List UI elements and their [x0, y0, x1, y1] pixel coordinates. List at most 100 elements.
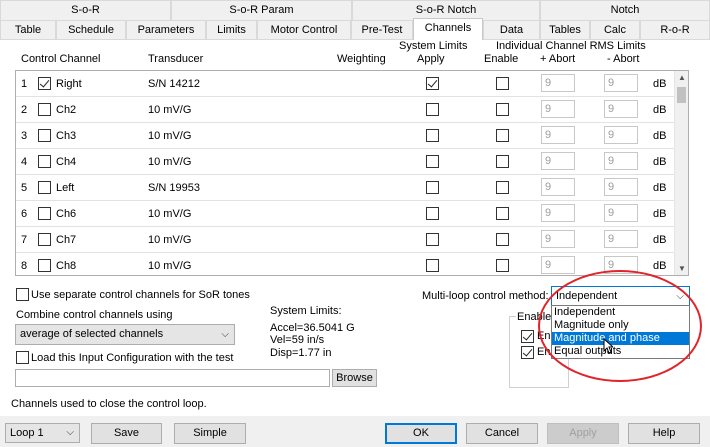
- transducer-value: S/N 14212: [148, 78, 200, 90]
- enable-rms-checkbox[interactable]: [496, 181, 509, 194]
- plus-abort-input[interactable]: 9: [541, 74, 575, 92]
- db-unit: dB: [653, 78, 667, 90]
- control-channel-checkbox[interactable]: [38, 207, 51, 220]
- multiloop-dropdown-list[interactable]: Independent Magnitude only Magnitude and…: [551, 305, 690, 359]
- minus-abort-input[interactable]: 9: [604, 230, 638, 248]
- tab-limits[interactable]: Limits: [206, 20, 257, 40]
- tab-data[interactable]: Data: [483, 20, 540, 40]
- header-individual-limits: Individual Channel RMS Limits: [496, 40, 646, 52]
- enable-rms-checkbox[interactable]: [496, 77, 509, 90]
- header-system-limits: System Limits: [399, 40, 468, 52]
- db-unit: dB: [653, 182, 667, 194]
- scroll-down-icon[interactable]: ▼: [678, 264, 686, 273]
- config-path-input[interactable]: [15, 369, 330, 387]
- tab-pre-test[interactable]: Pre-Test: [351, 20, 413, 40]
- apply-limits-checkbox[interactable]: [426, 207, 439, 220]
- db-unit: dB: [653, 130, 667, 142]
- apply-limits-checkbox[interactable]: [426, 103, 439, 116]
- minus-abort-input[interactable]: 9: [604, 256, 638, 274]
- browse-button[interactable]: Browse: [332, 369, 377, 387]
- plus-abort-input[interactable]: 9: [541, 178, 575, 196]
- minus-abort-input[interactable]: 9: [604, 178, 638, 196]
- apply-limits-checkbox[interactable]: [426, 181, 439, 194]
- apply-limits-checkbox[interactable]: [426, 155, 439, 168]
- tab-table[interactable]: Table: [0, 20, 56, 40]
- plus-abort-input[interactable]: 9: [541, 204, 575, 222]
- tab-tables[interactable]: Tables: [540, 20, 590, 40]
- apply-limits-checkbox[interactable]: [426, 259, 439, 272]
- multiloop-label: Multi-loop control method:: [422, 290, 549, 302]
- tab-motor-control[interactable]: Motor Control: [257, 20, 351, 40]
- tab-sor-notch[interactable]: S-o-R Notch: [352, 0, 540, 20]
- mouse-cursor-icon: [603, 337, 615, 357]
- minus-abort-input[interactable]: 9: [604, 126, 638, 144]
- option-magnitude-and-phase[interactable]: Magnitude and phase: [552, 332, 689, 345]
- plus-abort-input[interactable]: 9: [541, 100, 575, 118]
- plus-abort-input[interactable]: 9: [541, 230, 575, 248]
- multiloop-select[interactable]: Independent ⌵: [551, 286, 690, 307]
- option-independent[interactable]: Independent: [552, 306, 689, 319]
- control-channel-checkbox[interactable]: [38, 155, 51, 168]
- plus-abort-input[interactable]: 9: [541, 126, 575, 144]
- tab-ror[interactable]: R-o-R: [640, 20, 710, 40]
- minus-abort-input[interactable]: 9: [604, 204, 638, 222]
- tab-row-bottom: Table Schedule Parameters Limits Motor C…: [0, 18, 710, 40]
- system-limits-title: System Limits:: [270, 305, 342, 317]
- control-channel-checkbox[interactable]: [38, 103, 51, 116]
- enable-rms-checkbox[interactable]: [496, 129, 509, 142]
- scroll-up-icon[interactable]: ▲: [678, 73, 686, 82]
- enable-checkbox-1[interactable]: [521, 330, 534, 343]
- control-channel-checkbox[interactable]: [38, 77, 51, 90]
- cancel-button[interactable]: Cancel: [466, 423, 538, 444]
- control-channel-checkbox[interactable]: [38, 129, 51, 142]
- channel-number: 5: [21, 182, 28, 194]
- plus-abort-input[interactable]: 9: [541, 152, 575, 170]
- combine-label: Combine control channels using: [16, 309, 173, 321]
- tab-sor-param[interactable]: S-o-R Param: [171, 0, 352, 20]
- apply-limits-checkbox[interactable]: [426, 77, 439, 90]
- enable-rms-checkbox[interactable]: [496, 259, 509, 272]
- apply-limits-checkbox[interactable]: [426, 233, 439, 246]
- help-button[interactable]: Help: [628, 423, 700, 444]
- minus-abort-input[interactable]: 9: [604, 74, 638, 92]
- minus-abort-input[interactable]: 9: [604, 100, 638, 118]
- control-channel-checkbox[interactable]: [38, 259, 51, 272]
- control-channel-checkbox[interactable]: [38, 181, 51, 194]
- separate-channels-checkbox[interactable]: [16, 288, 29, 301]
- scroll-thumb[interactable]: [677, 87, 686, 103]
- table-row: 1 Right S/N 14212 9 9 dB: [16, 71, 676, 97]
- transducer-value: S/N 19953: [148, 182, 200, 194]
- transducer-value: 10 mV/G: [148, 260, 192, 272]
- channel-name: Ch3: [56, 130, 77, 142]
- table-scrollbar[interactable]: ▲ ▼: [674, 71, 688, 275]
- chevron-down-icon: ⌵: [221, 329, 229, 340]
- save-button[interactable]: Save: [91, 423, 162, 444]
- system-limits-accel: Accel=36.5041 G: [270, 322, 355, 334]
- tab-notch[interactable]: Notch: [540, 0, 710, 20]
- tab-calc[interactable]: Calc: [590, 20, 640, 40]
- control-channel-checkbox[interactable]: [38, 233, 51, 246]
- loop-select[interactable]: Loop 1 ⌵: [5, 423, 80, 443]
- option-equal-outputs[interactable]: Equal outputs: [552, 345, 689, 358]
- apply-button[interactable]: Apply: [547, 423, 619, 444]
- apply-limits-checkbox[interactable]: [426, 129, 439, 142]
- tab-schedule[interactable]: Schedule: [56, 20, 126, 40]
- minus-abort-input[interactable]: 9: [604, 152, 638, 170]
- tab-sor[interactable]: S-o-R: [0, 0, 171, 20]
- enable-rms-checkbox[interactable]: [496, 103, 509, 116]
- loop-value: Loop 1: [10, 427, 44, 439]
- tab-parameters[interactable]: Parameters: [126, 20, 206, 40]
- ok-button[interactable]: OK: [385, 423, 457, 444]
- simple-button[interactable]: Simple: [174, 423, 246, 444]
- enable-rms-checkbox[interactable]: [496, 233, 509, 246]
- option-magnitude-only[interactable]: Magnitude only: [552, 319, 689, 332]
- enable-rms-checkbox[interactable]: [496, 155, 509, 168]
- enable-rms-checkbox[interactable]: [496, 207, 509, 220]
- load-config-checkbox[interactable]: [16, 351, 29, 364]
- tab-channels[interactable]: Channels: [413, 18, 483, 40]
- enable-checkbox-2[interactable]: [521, 346, 534, 359]
- plus-abort-input[interactable]: 9: [541, 256, 575, 274]
- system-limits-disp: Disp=1.77 in: [270, 347, 332, 359]
- combine-method-select[interactable]: average of selected channels ⌵: [15, 324, 235, 345]
- header-control-channel: Control Channel: [21, 53, 101, 65]
